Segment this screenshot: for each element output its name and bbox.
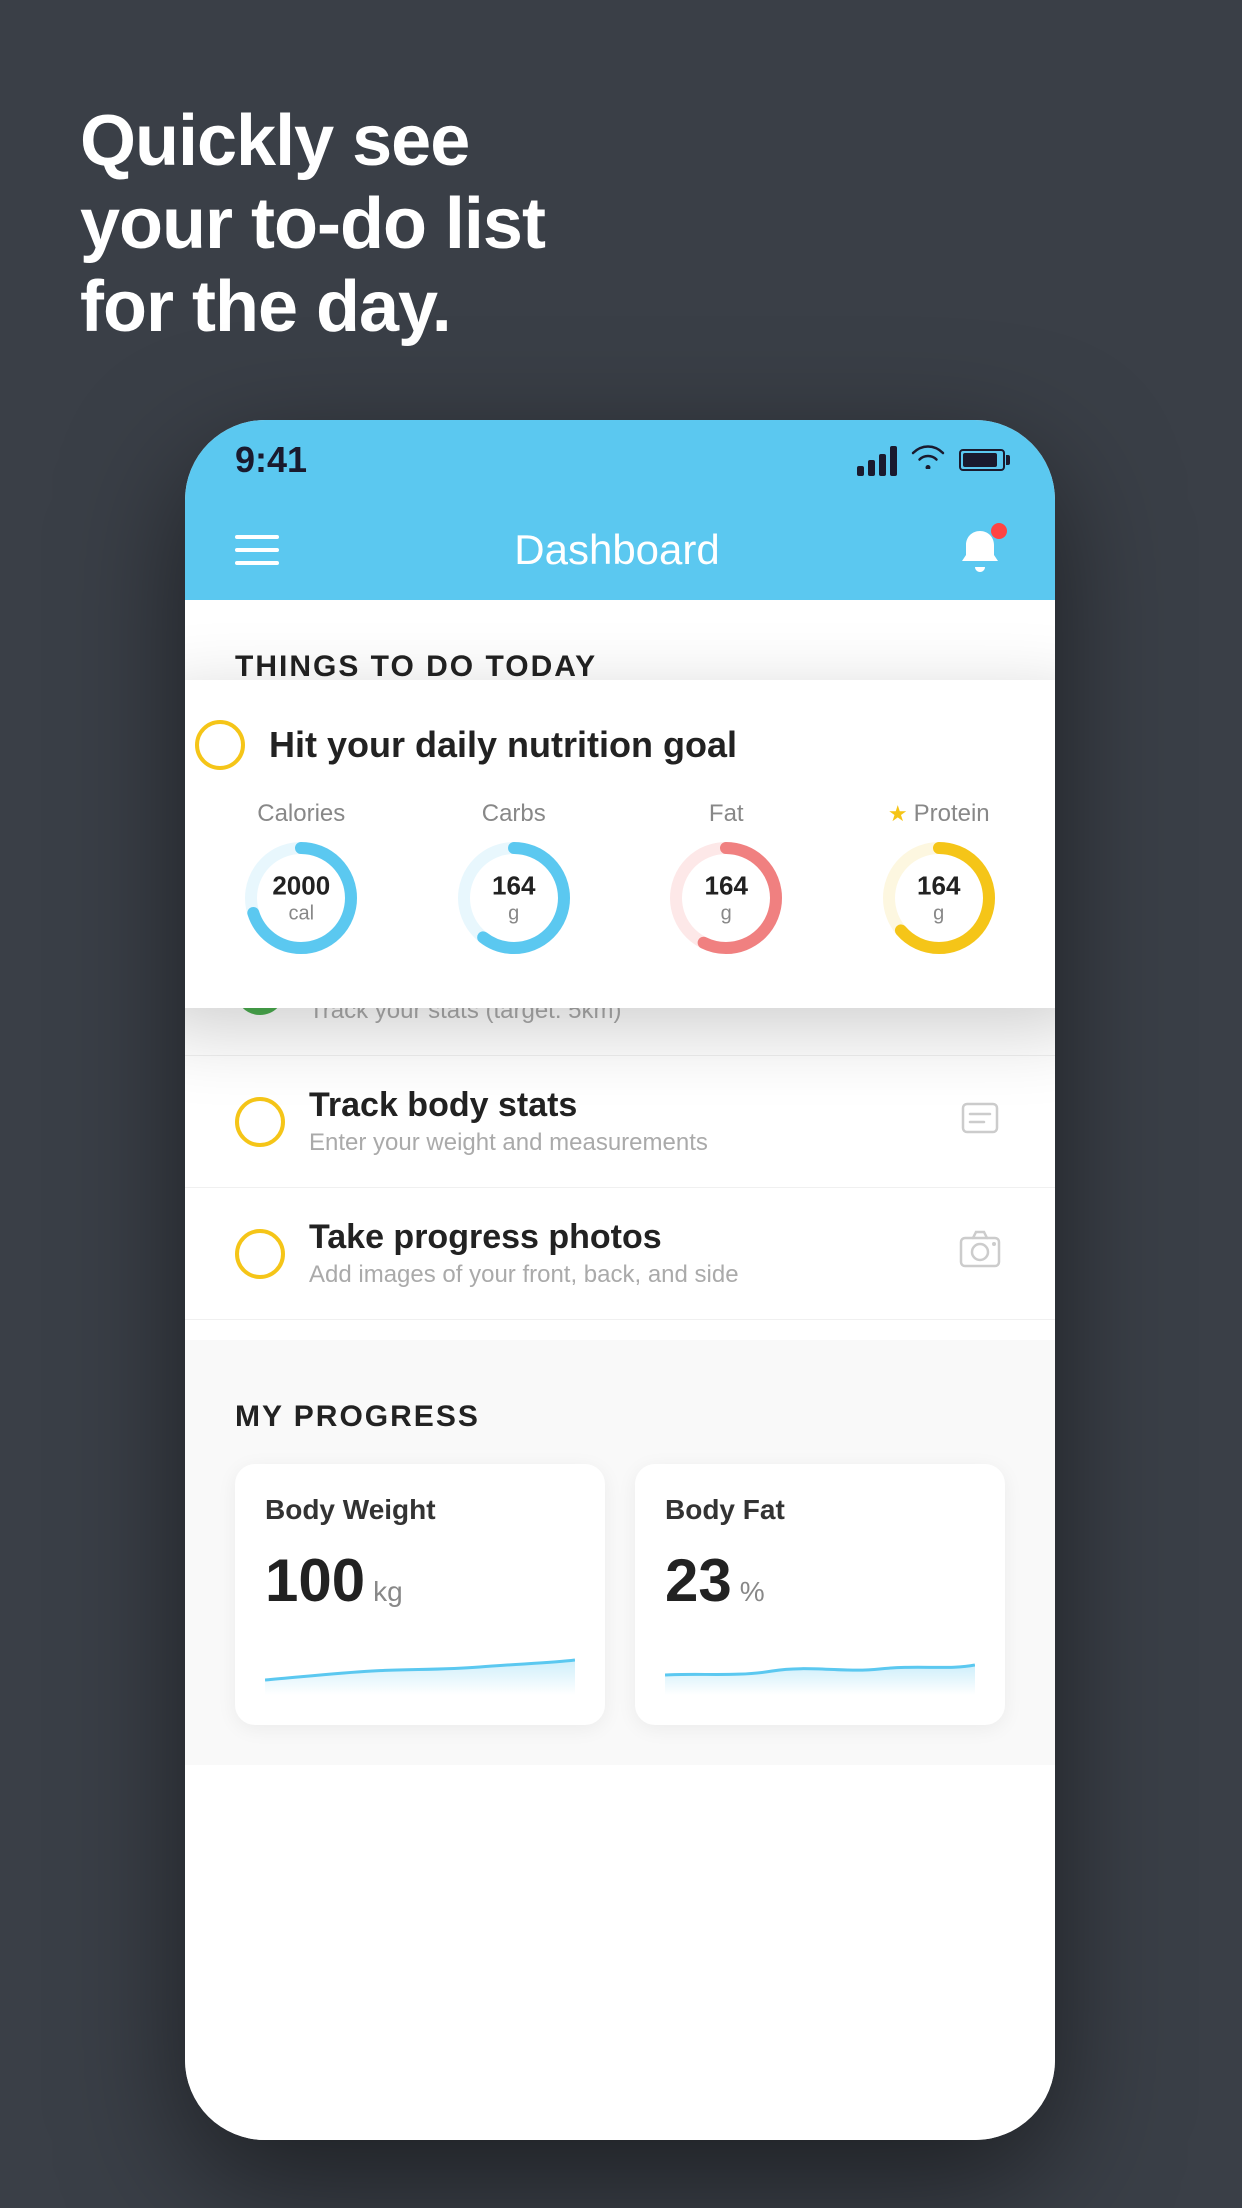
carbs-label: Carbs	[482, 800, 546, 828]
nutrition-row: Calories 2000 cal Carbs	[195, 800, 1045, 958]
nutrition-calories: Calories 2000 cal	[241, 800, 361, 958]
calories-donut: 2000 cal	[241, 838, 361, 958]
my-progress-title: MY PROGRESS	[235, 1400, 1005, 1434]
nutrition-carbs: Carbs 164 g	[454, 800, 574, 958]
battery-icon	[959, 449, 1005, 471]
photos-check-circle[interactable]	[235, 1229, 285, 1279]
calories-label: Calories	[257, 800, 345, 828]
nutrition-protein: ★Protein 164 g	[879, 800, 999, 958]
body-weight-chart	[265, 1635, 575, 1695]
body-weight-number: 100	[265, 1546, 365, 1615]
featured-item-title: Hit your daily nutrition goal	[269, 724, 737, 766]
body-stats-title: Track body stats	[309, 1086, 931, 1125]
calories-unit: cal	[272, 902, 330, 926]
todo-item-body-stats[interactable]: Track body stats Enter your weight and m…	[185, 1056, 1055, 1188]
phone-content: THINGS TO DO TODAY Hit your daily nutrit…	[185, 600, 1055, 2140]
notification-button[interactable]	[955, 525, 1005, 575]
progress-cards: Body Weight 100 kg	[235, 1464, 1005, 1725]
hero-text: Quickly see your to-do list for the day.	[80, 100, 545, 348]
protein-value: 164	[917, 870, 960, 901]
protein-unit: g	[917, 902, 960, 926]
star-icon: ★	[888, 801, 908, 827]
fat-label: Fat	[709, 800, 744, 828]
body-fat-unit: %	[740, 1576, 765, 1608]
status-time: 9:41	[235, 439, 307, 481]
menu-button[interactable]	[235, 535, 279, 565]
phone-mockup: 9:41 Dashboard	[185, 420, 1055, 2140]
wifi-icon	[911, 443, 945, 477]
body-stats-check-circle[interactable]	[235, 1097, 285, 1147]
featured-todo-card[interactable]: Hit your daily nutrition goal Calories 2…	[185, 680, 1055, 1008]
status-bar: 9:41	[185, 420, 1055, 500]
body-weight-unit: kg	[373, 1576, 403, 1608]
calories-value: 2000	[272, 870, 330, 901]
todo-check-circle[interactable]	[195, 720, 245, 770]
photos-text: Take progress photos Add images of your …	[309, 1218, 931, 1289]
body-stats-subtitle: Enter your weight and measurements	[309, 1129, 931, 1157]
body-fat-card[interactable]: Body Fat 23 %	[635, 1464, 1005, 1725]
fat-unit: g	[705, 902, 748, 926]
body-fat-chart	[665, 1635, 975, 1695]
body-weight-value-row: 100 kg	[265, 1546, 575, 1615]
fat-value: 164	[705, 870, 748, 901]
protein-label: ★Protein	[888, 800, 990, 828]
body-fat-value-row: 23 %	[665, 1546, 975, 1615]
body-fat-title: Body Fat	[665, 1494, 975, 1526]
protein-donut: 164 g	[879, 838, 999, 958]
header-title: Dashboard	[514, 526, 719, 574]
carbs-value: 164	[492, 870, 535, 901]
body-weight-title: Body Weight	[265, 1494, 575, 1526]
app-header: Dashboard	[185, 500, 1055, 600]
carbs-unit: g	[492, 902, 535, 926]
status-icons	[857, 443, 1005, 477]
nutrition-fat: Fat 164 g	[666, 800, 786, 958]
body-fat-number: 23	[665, 1546, 732, 1615]
scale-icon	[955, 1092, 1005, 1152]
featured-item-row: Hit your daily nutrition goal	[195, 720, 1045, 770]
signal-icon	[857, 444, 897, 476]
body-weight-card[interactable]: Body Weight 100 kg	[235, 1464, 605, 1725]
photo-icon	[955, 1224, 1005, 1284]
my-progress-section: MY PROGRESS Body Weight 100 kg	[185, 1340, 1055, 1765]
photos-title: Take progress photos	[309, 1218, 931, 1257]
photos-subtitle: Add images of your front, back, and side	[309, 1261, 931, 1289]
fat-donut: 164 g	[666, 838, 786, 958]
notification-badge	[991, 523, 1007, 539]
body-stats-text: Track body stats Enter your weight and m…	[309, 1086, 931, 1157]
carbs-donut: 164 g	[454, 838, 574, 958]
todo-item-photos[interactable]: Take progress photos Add images of your …	[185, 1188, 1055, 1320]
